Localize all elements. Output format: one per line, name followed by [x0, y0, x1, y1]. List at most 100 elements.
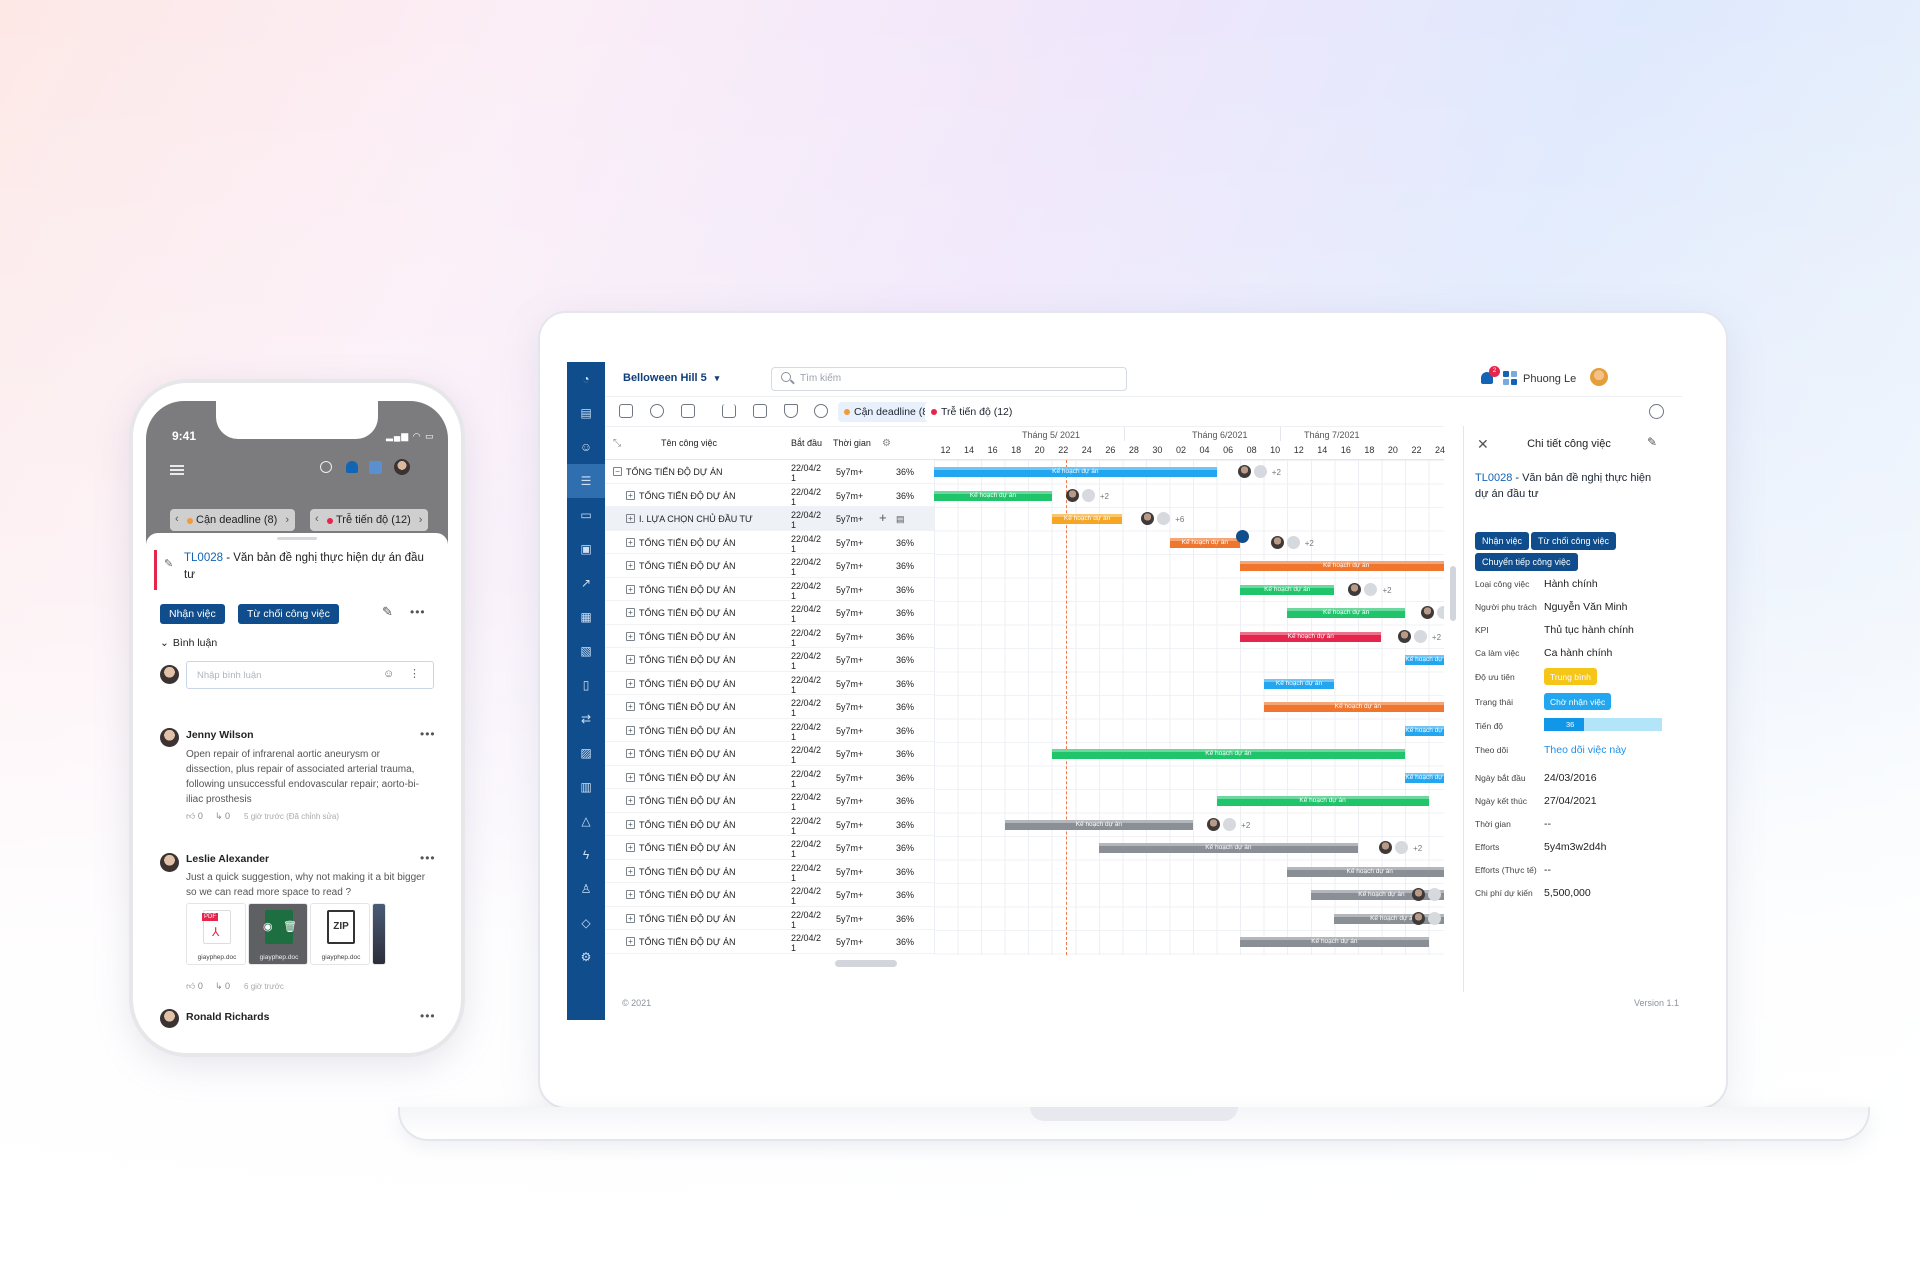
expand-toggle-icon[interactable]: +	[626, 514, 635, 523]
reject-button[interactable]: Từ chối công việc	[1531, 532, 1617, 550]
gantt-bar[interactable]: Kế hoạch dự án	[1240, 584, 1335, 595]
apps-icon[interactable]	[1503, 371, 1517, 385]
table-row[interactable]: + TỔNG TIẾN ĐỘ DỰ ÁN 22/04/2 1 5y7m+ 36%	[605, 930, 934, 954]
attachment-image[interactable]	[372, 903, 386, 965]
gantt-bar[interactable]: Kế hoạch dự án	[1287, 608, 1405, 618]
table-row[interactable]: + TỔNG TIẾN ĐỘ DỰ ÁN 22/04/2 1 5y7m+ 36%	[605, 695, 934, 719]
table-row[interactable]: + TỔNG TIẾN ĐỘ DỰ ÁN 22/04/2 1 5y7m+ 36%	[605, 860, 934, 883]
gantt-bar[interactable]: Kế hoạch dự án	[1169, 537, 1241, 548]
bell-icon[interactable]	[346, 461, 358, 473]
table-row[interactable]: + TỔNG TIẾN ĐỘ DỰ ÁN 22/04/2 1 5y7m+ 36%	[605, 601, 934, 625]
reply-icon[interactable]: ↳	[215, 981, 223, 991]
comment-input[interactable]: Nhập bình luận ☺ ⋮	[186, 661, 434, 689]
expand-toggle-icon[interactable]: +	[626, 584, 635, 594]
search-icon[interactable]	[320, 461, 332, 473]
gantt-bar[interactable]: Kế hoạch dự án	[1098, 843, 1358, 853]
gantt-icon[interactable]: ☰	[567, 464, 605, 498]
gear-icon[interactable]	[814, 404, 828, 418]
gantt-bar[interactable]: Kế hoạch dự án	[1240, 561, 1444, 571]
comments-header[interactable]: ⌄ Bình luận	[160, 637, 217, 649]
more-icon[interactable]: •••	[420, 1009, 436, 1023]
table-row[interactable]: + TỔNG TIẾN ĐỘ DỰ ÁN 22/04/2 1 5y7m+ 36%	[605, 625, 934, 648]
expand-toggle-icon[interactable]: +	[626, 866, 635, 876]
table-row[interactable]: + TỔNG TIẾN ĐỘ DỰ ÁN 22/04/2 1 5y7m+ 36%	[605, 789, 934, 813]
horizontal-scrollbar[interactable]	[605, 958, 1445, 968]
table-row[interactable]: + TỔNG TIẾN ĐỘ DỰ ÁN 22/04/2 1 5y7m+ 36%	[605, 484, 934, 507]
task-code[interactable]: TL0028	[1475, 472, 1512, 484]
calendar-icon[interactable]: ▦	[567, 600, 605, 634]
like-icon[interactable]: 👍︎	[186, 811, 195, 821]
chart-icon[interactable]: ↗	[567, 566, 605, 600]
field-value[interactable]: Theo dõi việc này	[1544, 744, 1626, 756]
chevron-right-icon[interactable]: ›	[285, 514, 289, 526]
gantt-bar[interactable]: Kế hoạch dự án	[934, 467, 1217, 477]
more-icon[interactable]: ⋮	[409, 667, 420, 680]
table-row[interactable]: + TỔNG TIẾN ĐỘ DỰ ÁN 22/04/2 1 5y7m+ 36%	[605, 907, 934, 930]
more-icon[interactable]: •••	[420, 727, 436, 741]
expand-toggle-icon[interactable]: +	[626, 913, 635, 923]
table-row[interactable]: − TỔNG TIẾN ĐỘ DỰ ÁN 22/04/2 1 5y7m+ 36%	[605, 460, 934, 484]
drag-handle-icon[interactable]	[1236, 530, 1249, 543]
expand-toggle-icon[interactable]: +	[626, 678, 635, 688]
gantt-bar[interactable]: Kế hoạch dự án	[1263, 678, 1335, 689]
chip-late[interactable]: Trễ tiến độ (12)	[925, 402, 1019, 422]
gantt-bar[interactable]: Kế hoạch dự án	[1240, 631, 1382, 642]
image-icon[interactable]: ▨	[567, 736, 605, 770]
chip-near-deadline[interactable]: ‹ Cận deadline (8) ›	[170, 509, 296, 531]
person-icon[interactable]: ♙	[567, 872, 605, 906]
expand-toggle-icon[interactable]: +	[626, 725, 635, 735]
gantt-bar[interactable]: Kế hoạch dự án	[1405, 655, 1444, 665]
gantt-bar[interactable]: Kế hoạch dự án	[1405, 772, 1444, 783]
accept-button[interactable]: Nhận việc	[160, 604, 225, 624]
col-name[interactable]: Tên công việc	[661, 438, 717, 448]
upload-icon[interactable]	[722, 404, 736, 418]
building-icon[interactable]: ▥	[567, 770, 605, 804]
expand-toggle-icon[interactable]: +	[626, 608, 635, 617]
priority-dropdown[interactable]: Trung bình	[1544, 668, 1597, 685]
chip-near-deadline[interactable]: Cận deadline (8)	[838, 402, 938, 422]
scroll-thumb[interactable]	[835, 960, 897, 967]
bolt-icon[interactable]: ϟ	[567, 838, 605, 872]
document-icon[interactable]: ▭	[567, 498, 605, 532]
vertical-scrollbar[interactable]	[1449, 426, 1457, 960]
file-icon[interactable]: ▯	[567, 668, 605, 702]
task-code[interactable]: TL0028	[184, 552, 223, 564]
chevron-left-icon[interactable]: ‹	[175, 513, 179, 525]
table-row[interactable]: + TỔNG TIẾN ĐỘ DỰ ÁN 22/04/2 1 5y7m+ 36%	[605, 836, 934, 860]
drag-handle[interactable]	[277, 537, 317, 540]
attachment-zip[interactable]: ZIP giayphep.doc	[310, 903, 370, 965]
gantt-bar[interactable]: Kế hoạch dự án	[1287, 866, 1444, 877]
chevron-right-icon[interactable]: ›	[419, 514, 423, 526]
save-icon[interactable]	[619, 404, 633, 418]
gantt-bar[interactable]: Kế hoạch dự án	[1004, 819, 1194, 830]
eye-icon[interactable]: ◉	[263, 920, 273, 933]
expand-toggle-icon[interactable]: +	[626, 537, 635, 547]
avatar[interactable]	[394, 459, 410, 475]
calendar-dropdown-icon[interactable]	[681, 404, 695, 418]
search-input[interactable]: Tìm kiếm	[771, 367, 1127, 391]
expand-toggle-icon[interactable]: +	[626, 490, 635, 500]
gantt-bar[interactable]: Kế hoạch dự án	[1051, 514, 1123, 524]
scroll-thumb[interactable]	[1450, 566, 1456, 621]
table-row[interactable]: + TỔNG TIẾN ĐỘ DỰ ÁN 22/04/2 1 5y7m+ 36%	[605, 813, 934, 836]
col-time[interactable]: Thời gian	[833, 438, 871, 448]
settings-icon[interactable]: ⚙	[567, 940, 605, 974]
forward-button[interactable]: Chuyển tiếp công việc	[1475, 553, 1578, 571]
avatar[interactable]	[1590, 368, 1608, 386]
emoji-icon[interactable]: ☺	[383, 668, 394, 680]
table-row[interactable]: + TỔNG TIẾN ĐỘ DỰ ÁN 22/04/2 1 5y7m+ 36%	[605, 719, 934, 742]
expand-toggle-icon[interactable]: +	[626, 819, 635, 829]
table-row[interactable]: + I. LỰA CHỌN CHỦ ĐẦU TƯ 22/04/2 1 5y7m+ + ▤	[605, 507, 934, 531]
filter-icon[interactable]	[784, 404, 798, 418]
gantt-bar[interactable]: Kế hoạch dự án	[1216, 796, 1429, 806]
gantt-bar[interactable]: Kế hoạch dự án	[1405, 725, 1444, 736]
expand-icon[interactable]: ⤡	[613, 438, 621, 449]
expand-toggle-icon[interactable]: +	[626, 772, 635, 782]
warning-icon[interactable]: △	[567, 804, 605, 838]
expand-toggle-icon[interactable]: +	[626, 843, 635, 852]
more-icon[interactable]: •••	[420, 851, 436, 865]
expand-toggle-icon[interactable]: +	[626, 796, 635, 805]
edit-icon[interactable]: ✎	[382, 604, 393, 620]
column-settings-icon[interactable]: ⚙	[882, 438, 891, 449]
briefcase-icon[interactable]: ▣	[567, 532, 605, 566]
